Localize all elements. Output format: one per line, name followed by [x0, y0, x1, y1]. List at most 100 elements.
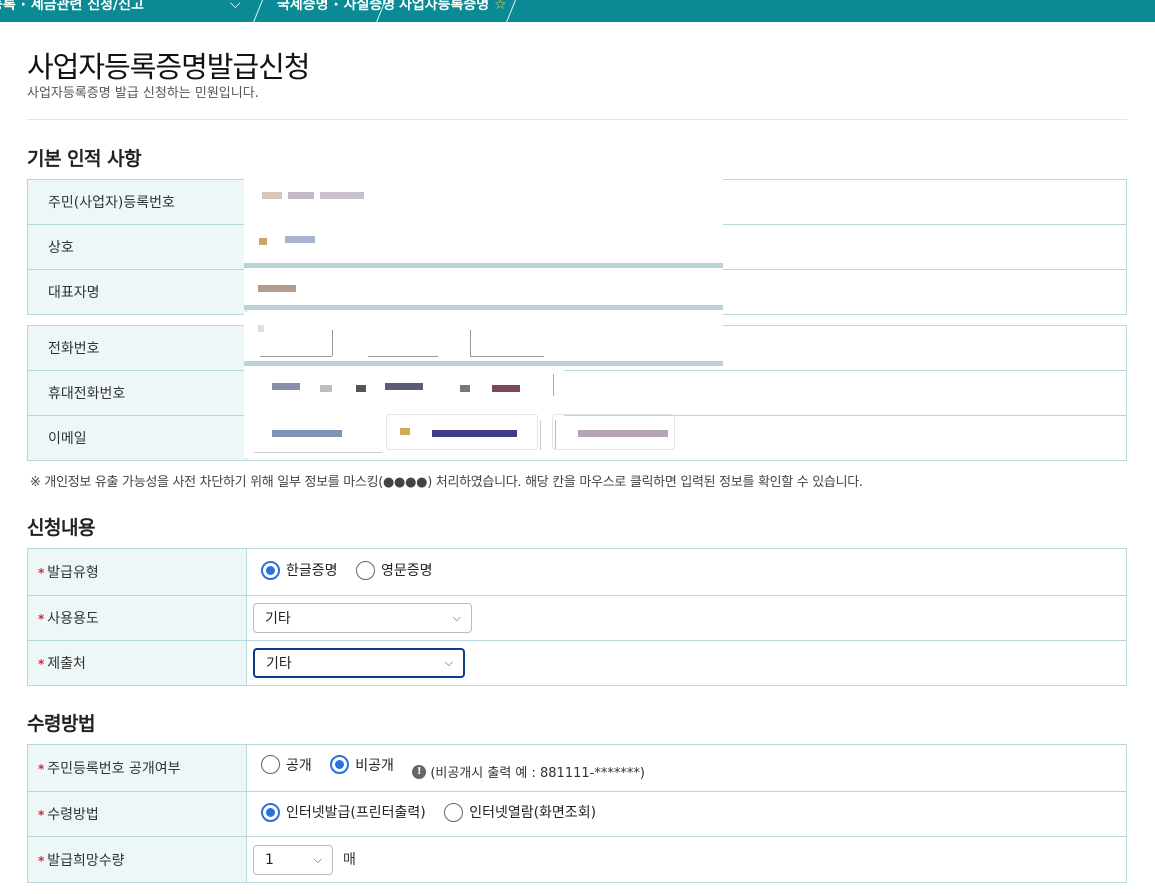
chevron-down-icon: ⌵ [313, 852, 322, 866]
receipt-method-field: 인터넷발급(프린터출력) 인터넷열람(화면조회) [246, 791, 1127, 837]
masked-overlay-edge [244, 305, 723, 310]
copies-unit: 매 [343, 851, 356, 868]
field-label: 전화번호 [27, 325, 247, 371]
breadcrumb-divider [250, 0, 263, 22]
radio-label: 한글증명 [286, 563, 338, 580]
field-label: * 발급유형 [27, 548, 247, 596]
application-table: * 발급유형 한글증명 영문증명 * 사용용도 기타 ⌵ * 제출처 기타 ⌵ [27, 548, 1127, 686]
masked-field-line [553, 374, 554, 396]
required-mark: * [38, 762, 45, 776]
divider [27, 119, 1127, 120]
table-row: * 수령방법 인터넷발급(프린터출력) 인터넷열람(화면조회) [27, 791, 1127, 837]
field-label-text: 사용용도 [47, 611, 99, 627]
chevron-down-icon[interactable]: ⌵ [230, 0, 241, 12]
masked-overlay [244, 312, 723, 362]
breadcrumb-item-2[interactable]: 국세증명 · 사실증명 [277, 0, 395, 14]
purpose-select[interactable]: 기타 ⌵ [253, 603, 472, 633]
radio-selected-icon [261, 560, 280, 580]
field-label: 휴대전화번호 [27, 370, 247, 416]
masked-text [288, 192, 314, 199]
radio-selected-icon [261, 802, 280, 822]
required-mark: * [38, 612, 45, 626]
masked-overlay [244, 176, 723, 264]
radio-disclose[interactable]: 공개 [261, 755, 312, 775]
masked-field-line [254, 452, 382, 453]
field-label-text: 발급희망수량 [47, 852, 125, 869]
chevron-down-icon: ⌵ [452, 611, 461, 624]
masked-text [272, 430, 342, 437]
radio-label: 인터넷발급(프린터출력) [286, 805, 426, 822]
field-label: * 주민등록번호 공개여부 [27, 744, 247, 792]
table-row: * 발급유형 한글증명 영문증명 [27, 548, 1127, 596]
masked-text [320, 385, 332, 392]
required-mark: * [38, 808, 45, 822]
id-disclosure-field: 공개 비공개 ! (비공개시 출력 예 : 881111-*******) [246, 744, 1127, 792]
field-label-text: 발급유형 [47, 565, 99, 581]
breadcrumb-item-3-label: 사업자등록증명 [399, 0, 490, 13]
masked-input [386, 414, 538, 450]
radio-internet-view[interactable]: 인터넷열람(화면조회) [444, 802, 596, 822]
radio-not-disclose[interactable]: 비공개 [330, 755, 394, 775]
field-label: * 발급희망수량 [27, 836, 247, 883]
radio-empty-icon [261, 755, 280, 775]
masked-overlay [244, 268, 723, 305]
radio-label: 공개 [286, 757, 312, 774]
required-mark: * [38, 853, 45, 868]
field-label: 주민(사업자)등록번호 [27, 179, 247, 225]
field-label: 대표자명 [27, 269, 247, 315]
table-row: * 사용용도 기타 ⌵ [27, 595, 1127, 641]
select-value: 기타 [265, 611, 291, 627]
submit-to-field: 기타 ⌵ [246, 640, 1127, 686]
field-label: 상호 [27, 224, 247, 270]
submit-to-select[interactable]: 기타 ⌵ [253, 648, 465, 678]
field-label: 이메일 [27, 415, 247, 461]
masked-text [320, 192, 364, 199]
field-label: * 사용용도 [27, 595, 247, 641]
top-navigation-bar: 등록 · 세금관련 신청/신고 ⌵ 국세증명 · 사실증명 사업자등록증명 ☆ [0, 0, 1155, 22]
section-heading-application: 신청내용 [27, 517, 95, 539]
masked-field-line [368, 356, 438, 357]
chevron-down-icon: ⌵ [444, 656, 453, 669]
field-label: * 제출처 [27, 640, 247, 686]
masked-text [385, 383, 423, 390]
star-icon[interactable]: ☆ [494, 0, 507, 13]
section-heading-receipt: 수령방법 [27, 713, 95, 735]
breadcrumb-item-3[interactable]: 사업자등록증명 ☆ [399, 0, 507, 14]
masked-text [492, 385, 520, 392]
masked-field-line [260, 356, 332, 357]
radio-internet-issue[interactable]: 인터넷발급(프린터출력) [261, 802, 426, 822]
field-label-text: 제출처 [47, 656, 86, 672]
masked-field-line [540, 420, 541, 450]
masked-text [259, 238, 267, 245]
copies-select[interactable]: 1 ⌵ [253, 844, 333, 875]
radio-label: 인터넷열람(화면조회) [469, 805, 597, 822]
radio-english-certificate[interactable]: 영문증명 [355, 560, 433, 580]
radio-empty-icon [444, 802, 464, 822]
masked-text [460, 385, 470, 392]
disclosure-help: ! (비공개시 출력 예 : 881111-*******) [412, 762, 645, 781]
masked-field-line [332, 330, 333, 356]
masked-text [262, 192, 282, 199]
masked-input [552, 414, 675, 450]
section-heading-basic-info: 기본 인적 사항 [27, 148, 142, 170]
issue-type-field: 한글증명 영문증명 [246, 548, 1127, 596]
masked-text [258, 325, 264, 332]
table-row: * 제출처 기타 ⌵ [27, 640, 1127, 686]
radio-empty-icon [355, 560, 375, 580]
radio-label: 비공개 [355, 757, 394, 774]
copies-field: 1 ⌵ 매 [246, 836, 1127, 883]
info-icon[interactable]: ! [412, 764, 427, 779]
masked-field-line [470, 330, 471, 356]
radio-korean-certificate[interactable]: 한글증명 [261, 560, 338, 580]
radio-selected-icon [330, 755, 350, 775]
masked-field-line [470, 356, 544, 357]
select-value: 기타 [266, 656, 292, 672]
select-value: 1 [265, 851, 274, 868]
receipt-table: * 주민등록번호 공개여부 공개 비공개 ! (비공개시 출력 예 : 881111… [27, 744, 1127, 883]
purpose-field: 기타 ⌵ [246, 595, 1127, 641]
page-title: 사업자등록증명발급신청 [27, 50, 310, 84]
masking-notice: ※ 개인정보 유출 가능성을 사전 차단하기 위해 일부 정보를 마스킹(●●●… [30, 475, 863, 490]
help-text: (비공개시 출력 예 : 881111-*******) [430, 766, 645, 782]
breadcrumb-item-1[interactable]: 등록 · 세금관련 신청/신고 [0, 0, 144, 14]
radio-label: 영문증명 [380, 563, 433, 580]
